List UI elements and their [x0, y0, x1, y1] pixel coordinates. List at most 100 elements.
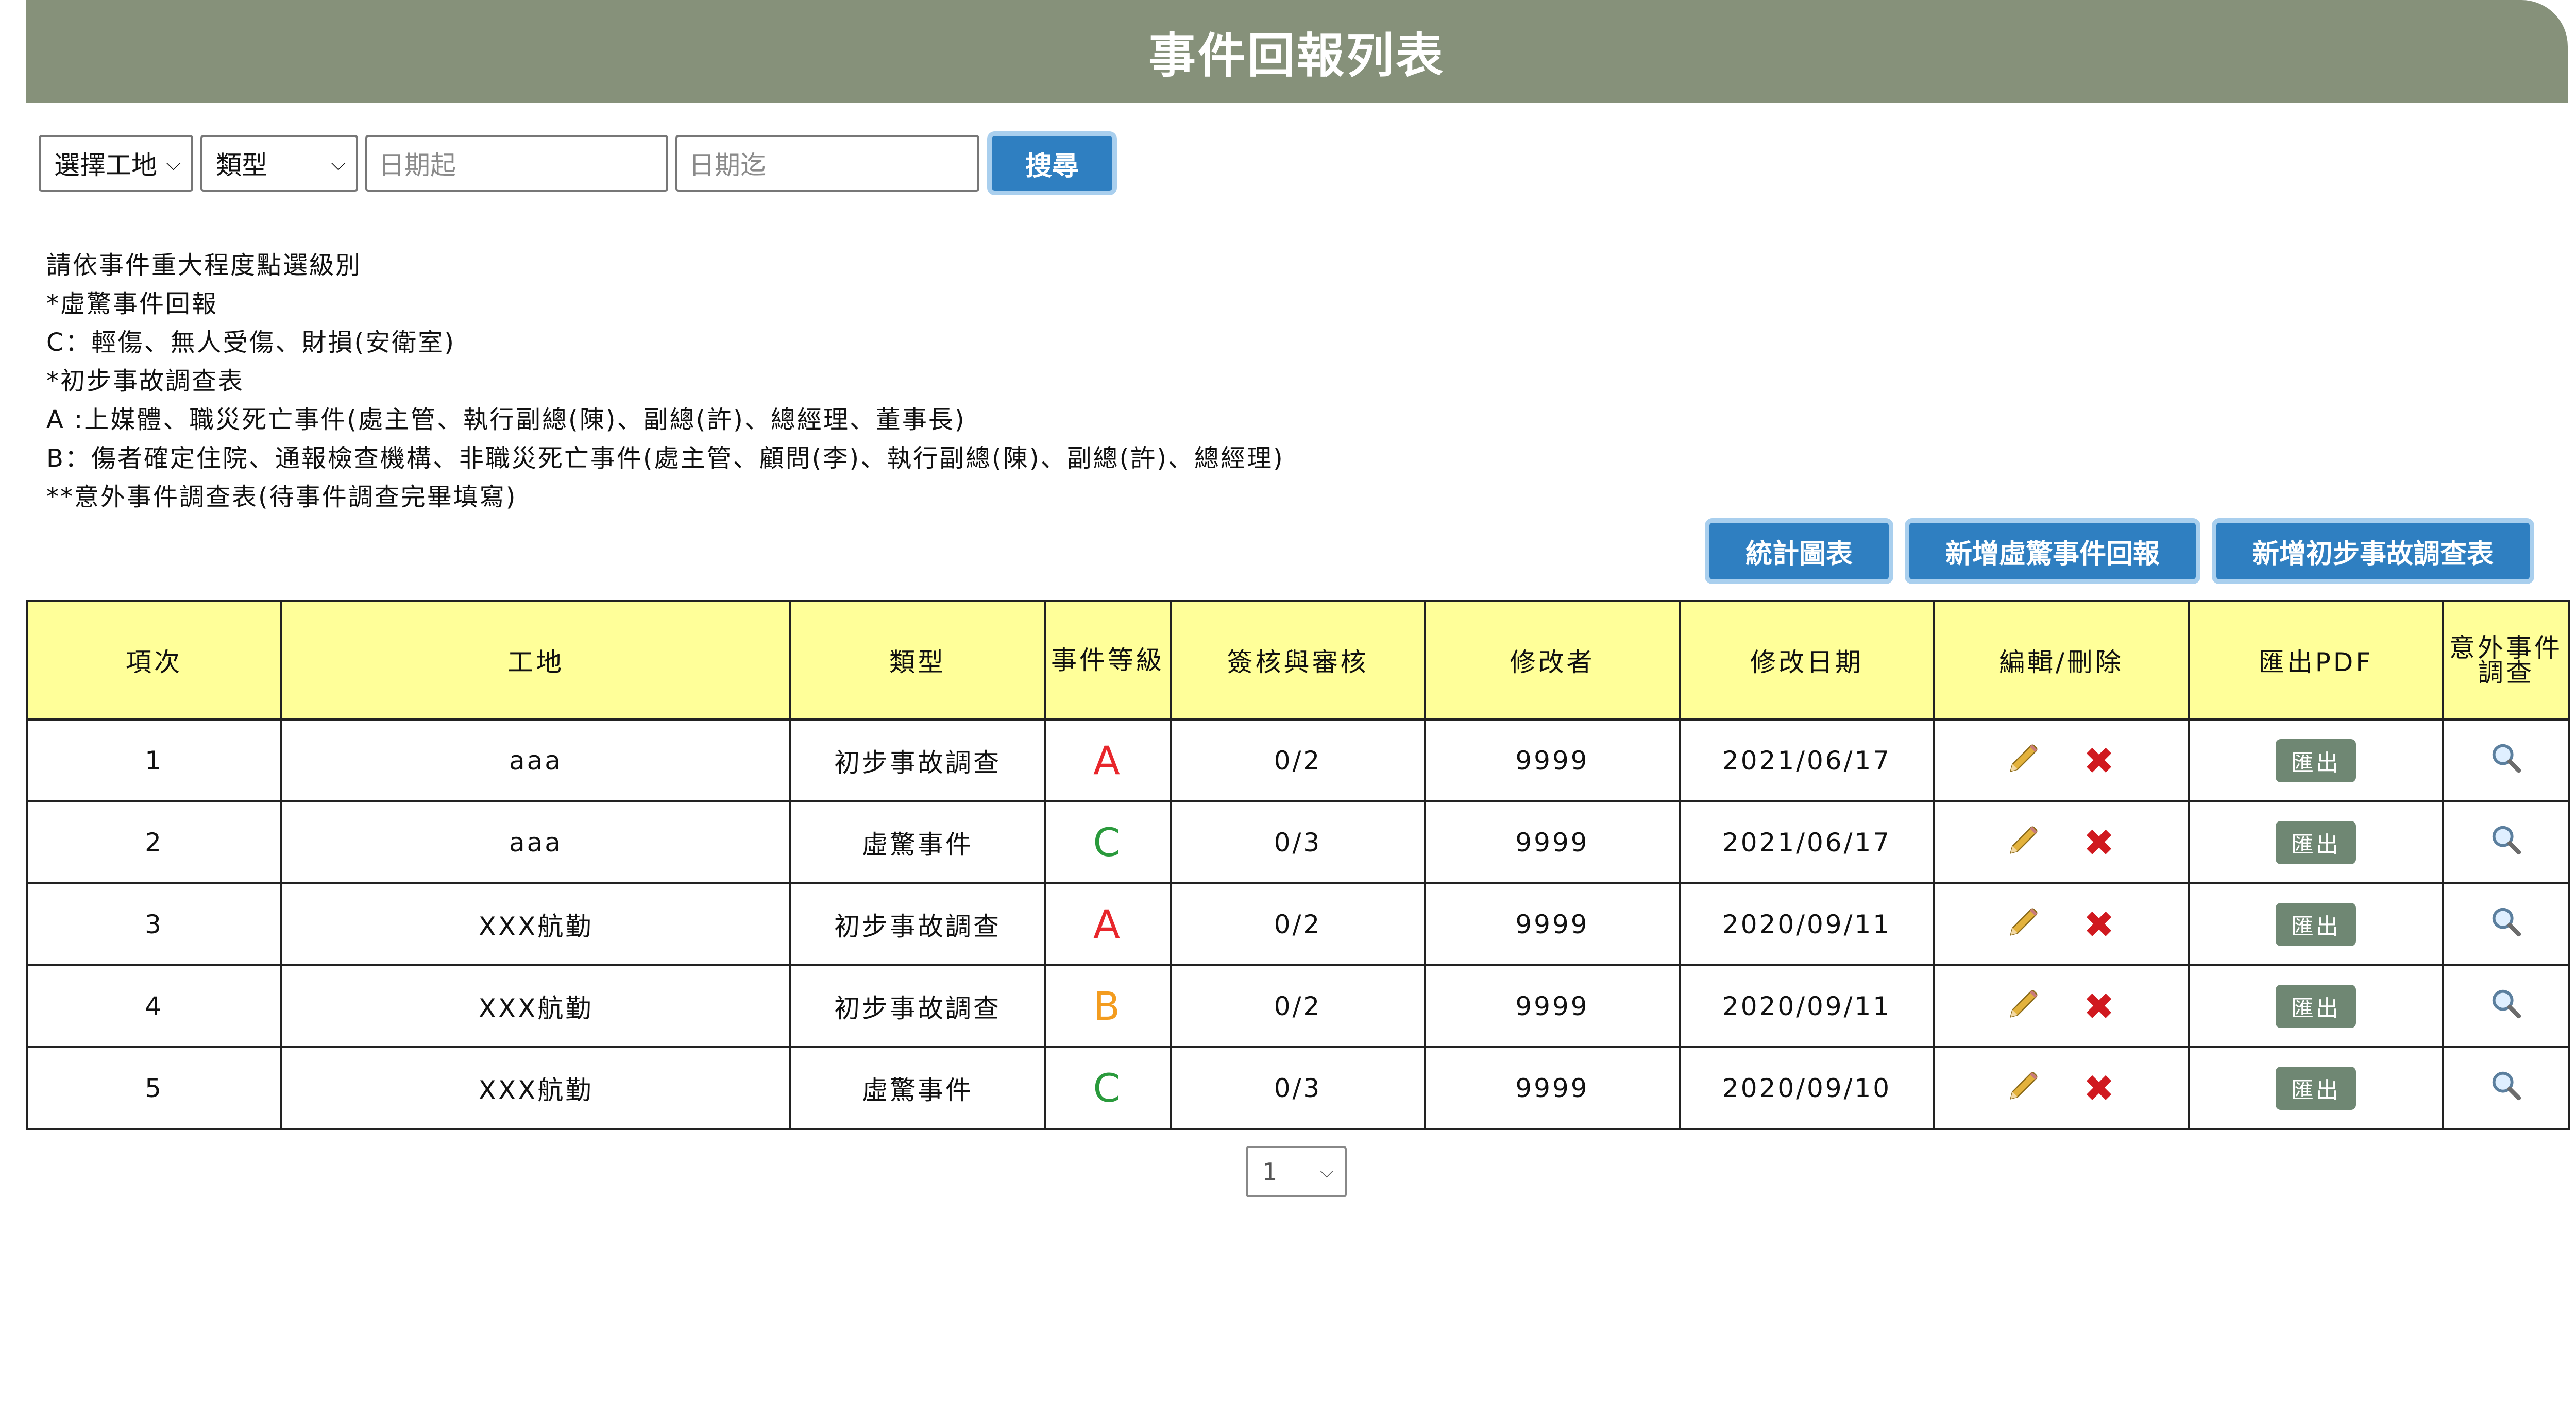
cell-accident [2442, 800, 2570, 884]
pencil-icon[interactable] [2006, 985, 2042, 1028]
cell-site: XXX航勤 [280, 882, 791, 966]
cell-index: 4 [26, 964, 282, 1048]
filter-bar: 選擇工地 ⌵ 類型 ⌵ 日期起 日期迄 搜尋 [39, 135, 1112, 192]
magnifier-icon[interactable] [2488, 826, 2524, 864]
cell-site: aaa [280, 718, 791, 802]
chevron-down-icon: ⌵ [331, 151, 346, 175]
delete-x-icon[interactable]: ✖ [2083, 742, 2116, 779]
cell-export: 匯出 [2188, 964, 2444, 1048]
cell-modifier: 9999 [1424, 882, 1681, 966]
cell-index: 5 [26, 1046, 282, 1130]
cell-export: 匯出 [2188, 1046, 2444, 1130]
page-select-value: 1 [1262, 1158, 1278, 1186]
chevron-down-icon: ⌵ [1320, 1161, 1333, 1182]
cell-type: 初步事故調查 [789, 964, 1046, 1048]
site-select-value: 選擇工地 [54, 150, 157, 180]
cell-export: 匯出 [2188, 800, 2444, 884]
cell-type: 初步事故調查 [789, 882, 1046, 966]
col-edit-delete: 編輯/刪除 [1933, 600, 2190, 721]
instruction-line: *虛驚事件回報 [46, 289, 218, 318]
stats-chart-button[interactable]: 統計圖表 [1709, 523, 1889, 579]
cell-edit-delete: ✖ [1933, 1046, 2190, 1130]
export-button[interactable]: 匯出 [2276, 1066, 2356, 1110]
table-row: 1 aaa 初步事故調查 A 0/2 9999 2021/06/17 ✖ 匯出 [26, 718, 2570, 802]
cell-modifier: 9999 [1424, 1046, 1681, 1130]
cell-type: 虛驚事件 [789, 800, 1046, 884]
table-header-row: 項次 工地 類型 事件等級 簽核與審核 修改者 修改日期 編輯/刪除 匯出PDF… [26, 600, 2570, 721]
table-row: 2 aaa 虛驚事件 C 0/3 9999 2021/06/17 ✖ 匯出 [26, 800, 2570, 884]
cell-date: 2021/06/17 [1679, 718, 1935, 802]
cell-review: 0/2 [1170, 718, 1426, 802]
date-to-input[interactable]: 日期迄 [675, 135, 979, 192]
pencil-icon[interactable] [2006, 821, 2042, 864]
cell-type: 虛驚事件 [789, 1046, 1046, 1130]
add-investigation-button[interactable]: 新增初步事故調查表 [2216, 523, 2530, 579]
cell-date: 2020/09/11 [1679, 964, 1935, 1048]
col-review: 簽核與審核 [1170, 600, 1426, 721]
cell-export: 匯出 [2188, 718, 2444, 802]
cell-modifier: 9999 [1424, 718, 1681, 802]
cell-modifier: 9999 [1424, 800, 1681, 884]
cell-index: 2 [26, 800, 282, 884]
delete-x-icon[interactable]: ✖ [2083, 824, 2116, 861]
table-row: 3 XXX航勤 初步事故調查 A 0/2 9999 2020/09/11 ✖ 匯出 [26, 882, 2570, 966]
cell-index: 3 [26, 882, 282, 966]
magnifier-icon[interactable] [2488, 744, 2524, 782]
page-header: 事件回報列表 [26, 0, 2568, 103]
table-row: 5 XXX航勤 虛驚事件 C 0/3 9999 2020/09/10 ✖ 匯出 [26, 1046, 2570, 1130]
magnifier-icon[interactable] [2488, 1071, 2524, 1109]
pencil-icon[interactable] [2006, 1067, 2042, 1109]
cell-date: 2020/09/10 [1679, 1046, 1935, 1130]
magnifier-icon[interactable] [2488, 989, 2524, 1028]
delete-x-icon[interactable]: ✖ [2083, 1070, 2116, 1107]
cell-edit-delete: ✖ [1933, 882, 2190, 966]
cell-date: 2020/09/11 [1679, 882, 1935, 966]
cell-export: 匯出 [2188, 882, 2444, 966]
col-accident-investigation: 意外事件調查 [2442, 600, 2570, 721]
add-near-miss-button[interactable]: 新增虛驚事件回報 [1909, 523, 2196, 579]
col-site: 工地 [280, 600, 791, 721]
cell-site: aaa [280, 800, 791, 884]
site-select[interactable]: 選擇工地 ⌵ [39, 135, 193, 192]
col-export-pdf: 匯出PDF [2188, 600, 2444, 721]
export-button[interactable]: 匯出 [2276, 902, 2356, 946]
cell-accident [2442, 1046, 2570, 1130]
cell-grade: A [1044, 718, 1172, 802]
action-buttons: 統計圖表 新增虛驚事件回報 新增初步事故調查表 [1689, 523, 2530, 579]
instruction-line: *初步事故調查表 [46, 367, 245, 396]
type-select-value: 類型 [216, 150, 267, 180]
table-row: 4 XXX航勤 初步事故調查 B 0/2 9999 2020/09/11 ✖ 匯出 [26, 964, 2570, 1048]
cell-index: 1 [26, 718, 282, 802]
delete-x-icon[interactable]: ✖ [2083, 906, 2116, 943]
chevron-down-icon: ⌵ [166, 151, 181, 175]
cell-type: 初步事故調查 [789, 718, 1046, 802]
col-grade: 事件等級 [1044, 600, 1172, 721]
export-button[interactable]: 匯出 [2276, 739, 2356, 782]
cell-site: XXX航勤 [280, 1046, 791, 1130]
export-button[interactable]: 匯出 [2276, 820, 2356, 864]
cell-date: 2021/06/17 [1679, 800, 1935, 884]
search-button[interactable]: 搜尋 [992, 136, 1112, 191]
date-from-placeholder: 日期起 [379, 150, 456, 180]
instruction-line: **意外事件調查表(待事件調查完畢填寫) [46, 483, 517, 511]
pencil-icon[interactable] [2006, 740, 2042, 782]
pencil-icon[interactable] [2006, 903, 2042, 946]
delete-x-icon[interactable]: ✖ [2083, 988, 2116, 1025]
event-table: 項次 工地 類型 事件等級 簽核與審核 修改者 修改日期 編輯/刪除 匯出PDF… [26, 600, 2570, 1130]
cell-grade: C [1044, 1046, 1172, 1130]
magnifier-icon[interactable] [2488, 908, 2524, 946]
cell-review: 0/2 [1170, 964, 1426, 1048]
page-select[interactable]: 1 ⌵ [1246, 1146, 1347, 1197]
instruction-line: 請依事件重大程度點選級別 [46, 251, 362, 280]
export-button[interactable]: 匯出 [2276, 984, 2356, 1028]
cell-grade: C [1044, 800, 1172, 884]
col-type: 類型 [789, 600, 1046, 721]
date-to-placeholder: 日期迄 [689, 150, 766, 180]
date-from-input[interactable]: 日期起 [365, 135, 668, 192]
cell-accident [2442, 964, 2570, 1048]
instruction-line: C：輕傷、無人受傷、財損(安衛室) [46, 328, 455, 357]
col-modified-date: 修改日期 [1679, 600, 1935, 721]
cell-accident [2442, 718, 2570, 802]
type-select[interactable]: 類型 ⌵ [200, 135, 358, 192]
page-title: 事件回報列表 [1148, 28, 1445, 83]
